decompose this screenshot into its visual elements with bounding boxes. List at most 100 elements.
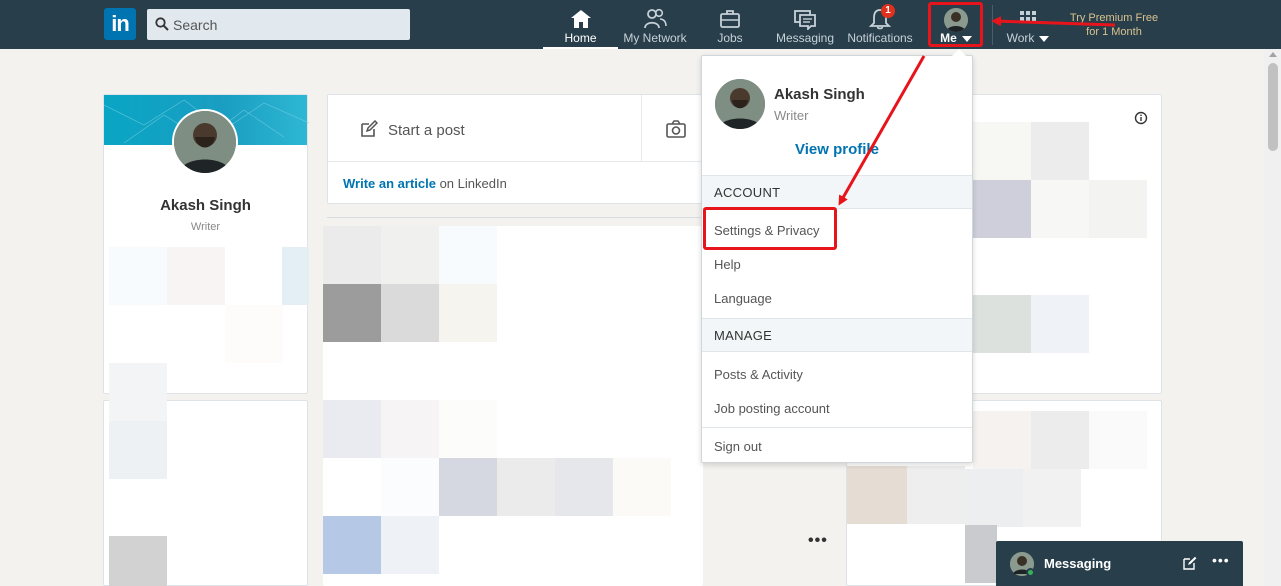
pixelated-block: [439, 458, 497, 516]
pixelated-block: [847, 466, 907, 524]
nav-my-network[interactable]: My Network: [620, 0, 690, 49]
write-article-suffix: on LinkedIn: [435, 176, 507, 191]
pixelated-block: [1089, 180, 1147, 238]
chevron-down-icon: [1039, 35, 1050, 42]
home-icon: [570, 10, 591, 28]
nav-work-text-wrap: Work: [1000, 31, 1056, 45]
pixelated-block: [381, 400, 439, 458]
pixelated-block: [323, 516, 381, 574]
pixelated-block: [1031, 411, 1089, 469]
profile-headline: Writer: [190, 221, 221, 233]
people-icon: [644, 8, 667, 29]
scroll-thumb[interactable]: [1268, 63, 1278, 151]
messaging-overlay-bar[interactable]: Messaging •••: [996, 541, 1243, 586]
start-post-button[interactable]: Start a post: [360, 120, 465, 139]
search-input[interactable]: [173, 9, 403, 40]
pixelated-block: [323, 400, 381, 458]
pixelated-block: [1089, 411, 1147, 469]
scroll-up-arrow-icon[interactable]: [1269, 52, 1277, 57]
start-post-label: Start a post: [388, 122, 465, 139]
pixelated-block: [381, 284, 439, 342]
search-icon: [155, 17, 169, 31]
post-more-options-icon[interactable]: •••: [808, 532, 828, 550]
pixelated-block: [439, 400, 497, 458]
pixelated-block: [381, 458, 439, 516]
sign-out-link[interactable]: Sign out: [714, 439, 762, 454]
nav-divider: [992, 5, 993, 45]
pixelated-block: [109, 363, 167, 421]
manage-section-header: MANAGE: [702, 318, 972, 352]
pixelated-block: [439, 226, 497, 284]
pixelated-block: [973, 295, 1031, 353]
share-box: Start a post Write an article on LinkedI…: [327, 94, 702, 204]
write-article-row[interactable]: Write an article on LinkedIn: [343, 176, 507, 191]
messaging-more-icon[interactable]: •••: [1212, 552, 1230, 568]
pixelated-block: [323, 284, 381, 342]
feed-sort-divider: [327, 217, 702, 218]
pixelated-block: [323, 226, 381, 284]
info-icon[interactable]: [1134, 111, 1148, 125]
nav-notifications[interactable]: 1 Notifications: [845, 0, 915, 49]
user-photo-icon: [715, 79, 765, 129]
compose-icon[interactable]: [1183, 556, 1197, 570]
nav-jobs-label: Jobs: [717, 31, 743, 45]
pixelated-block: [1031, 122, 1089, 180]
nav-work-label: Work: [1006, 31, 1035, 45]
grid-icon: [1020, 11, 1036, 21]
menu-avatar: [715, 79, 765, 129]
pixelated-block: [439, 284, 497, 342]
menu-divider: [702, 427, 972, 428]
pixelated-block: [973, 411, 1031, 469]
pixelated-block: [109, 247, 167, 305]
pixelated-block: [1031, 295, 1089, 353]
pixelated-block: [381, 516, 439, 574]
nav-home[interactable]: Home: [543, 0, 618, 49]
pixelated-block: [381, 226, 439, 284]
premium-upsell-link[interactable]: Try Premium Free for 1 Month: [1063, 11, 1165, 39]
briefcase-icon: [720, 10, 740, 28]
nav-my-network-label: My Network: [623, 31, 687, 45]
premium-line-2: for 1 Month: [1086, 26, 1142, 38]
share-divider: [641, 95, 642, 162]
pixelated-block: [282, 247, 309, 305]
feed-blurred-area: [323, 226, 703, 586]
pixelated-block: [613, 458, 671, 516]
pixelated-block: [1023, 469, 1081, 527]
pixelated-block: [497, 458, 555, 516]
share-box-top-row: Start a post: [328, 95, 701, 162]
language-link[interactable]: Language: [714, 291, 772, 306]
nav-notifications-label: Notifications: [847, 31, 913, 45]
linkedin-logo[interactable]: in: [104, 8, 136, 40]
top-navbar: in Home My Network Jobs: [0, 0, 1281, 49]
nav-work[interactable]: Work: [1000, 0, 1056, 49]
left-secondary-card: [103, 363, 308, 586]
pixelated-block: [109, 421, 167, 479]
messaging-bar-title: Messaging: [1044, 556, 1112, 571]
pixelated-block: [973, 122, 1031, 180]
profile-card: Akash Singh Writer: [103, 94, 310, 394]
job-posting-account-link[interactable]: Job posting account: [714, 401, 830, 416]
user-photo-icon: [174, 111, 236, 173]
pixelated-block: [167, 247, 225, 305]
notification-badge: 1: [881, 4, 895, 18]
pixelated-block: [907, 466, 965, 524]
search-box[interactable]: [147, 9, 410, 40]
nav-messaging[interactable]: Messaging: [771, 0, 839, 49]
pencil-icon: [361, 120, 378, 137]
camera-icon[interactable]: [666, 120, 686, 138]
menu-user-headline: Writer: [774, 108, 809, 123]
pixelated-block: [1031, 180, 1089, 238]
view-profile-link[interactable]: View profile: [702, 141, 972, 158]
profile-avatar[interactable]: [172, 109, 238, 175]
write-article-link[interactable]: Write an article: [343, 176, 436, 191]
posts-activity-link[interactable]: Posts & Activity: [714, 367, 803, 382]
nav-jobs[interactable]: Jobs: [700, 0, 760, 49]
settings-highlight-box: [703, 207, 837, 250]
messaging-icon: [794, 10, 816, 30]
profile-name[interactable]: Akash Singh: [104, 197, 307, 214]
premium-line-1: Try Premium Free: [1069, 12, 1159, 24]
help-link[interactable]: Help: [714, 257, 741, 272]
pixelated-block: [109, 536, 167, 586]
me-highlight-box: [928, 2, 983, 47]
account-section-header: ACCOUNT: [702, 175, 972, 209]
